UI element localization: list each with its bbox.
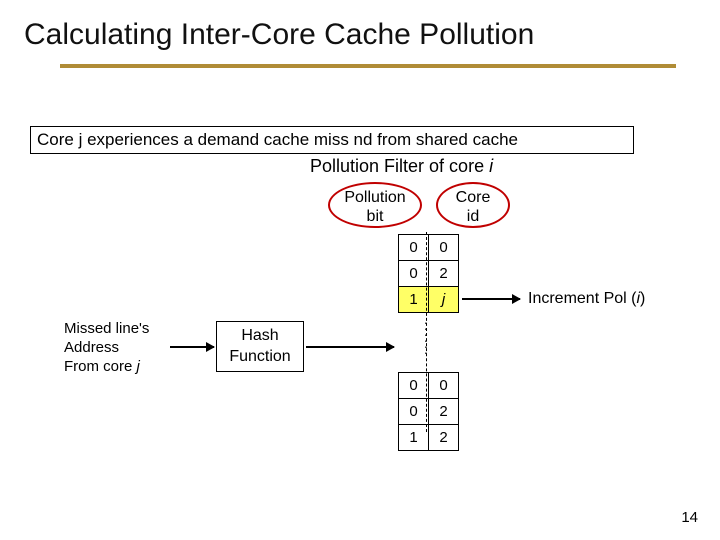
hash-function-box: Hash Function xyxy=(216,321,304,372)
cell: 0 xyxy=(429,373,459,399)
core-id-oval: Core id xyxy=(436,182,510,228)
increment-label: Increment Pol (i) xyxy=(528,290,645,308)
filter-table-bottom: 0 0 0 2 1 2 xyxy=(398,372,459,451)
arrow-to-increment xyxy=(462,298,520,300)
table-row: 1 2 xyxy=(399,425,459,451)
source-address-label: Missed line's Address From core j xyxy=(64,320,149,376)
cell: 2 xyxy=(429,425,459,451)
banner-text-right: nd from shared cache xyxy=(349,130,518,149)
table-row: 0 2 xyxy=(399,399,459,425)
table-row: 0 0 xyxy=(399,235,459,261)
cell: 1 xyxy=(399,287,429,313)
hash-label-2: Function xyxy=(217,347,303,368)
filter-title: Pollution Filter of core i xyxy=(310,156,493,177)
src-line3-prefix: From core xyxy=(64,358,137,375)
table-row: 0 0 xyxy=(399,373,459,399)
src-line2: Address xyxy=(64,339,119,356)
title-rule xyxy=(60,64,676,68)
src-line1-suffix: line's xyxy=(112,320,150,337)
pollution-bit-label-1: Pollution xyxy=(330,188,420,207)
scenario-banner: Core j experiences a demand cache miss n… xyxy=(30,126,634,154)
src-line3-core: j xyxy=(137,358,140,375)
increment-suffix: ) xyxy=(640,290,645,307)
cell: 0 xyxy=(399,399,429,425)
pollution-bit-oval: Pollution bit xyxy=(328,182,422,228)
cell: 0 xyxy=(399,373,429,399)
hash-label-1: Hash xyxy=(217,326,303,347)
cell: 0 xyxy=(429,235,459,261)
cell: 2 xyxy=(429,261,459,287)
vertical-ellipsis: ...... xyxy=(424,316,428,352)
core-id-label-1: Core xyxy=(438,188,508,207)
cell: 0 xyxy=(399,261,429,287)
cell: j xyxy=(429,287,459,313)
cell: 2 xyxy=(429,399,459,425)
page-title: Calculating Inter-Core Cache Pollution xyxy=(0,0,720,58)
filter-title-prefix: Pollution Filter of core xyxy=(310,156,489,176)
cell: 1 xyxy=(399,425,429,451)
arrow-hash-to-table xyxy=(306,346,394,348)
arrow-src-to-hash xyxy=(170,346,214,348)
pollution-bit-label-2: bit xyxy=(330,207,420,226)
table-row: 0 2 xyxy=(399,261,459,287)
core-id-label-2: id xyxy=(438,207,508,226)
table-row: 1 j xyxy=(399,287,459,313)
page-number: 14 xyxy=(681,509,698,526)
src-line1-overlay: Missed xyxy=(64,320,112,337)
filter-table-top: 0 0 0 2 1 j xyxy=(398,234,459,313)
banner-text-left: Core j experiences a demand cache miss xyxy=(37,130,349,149)
cell: 0 xyxy=(399,235,429,261)
increment-prefix: Increment Pol ( xyxy=(528,290,636,307)
filter-title-core: i xyxy=(489,156,493,176)
